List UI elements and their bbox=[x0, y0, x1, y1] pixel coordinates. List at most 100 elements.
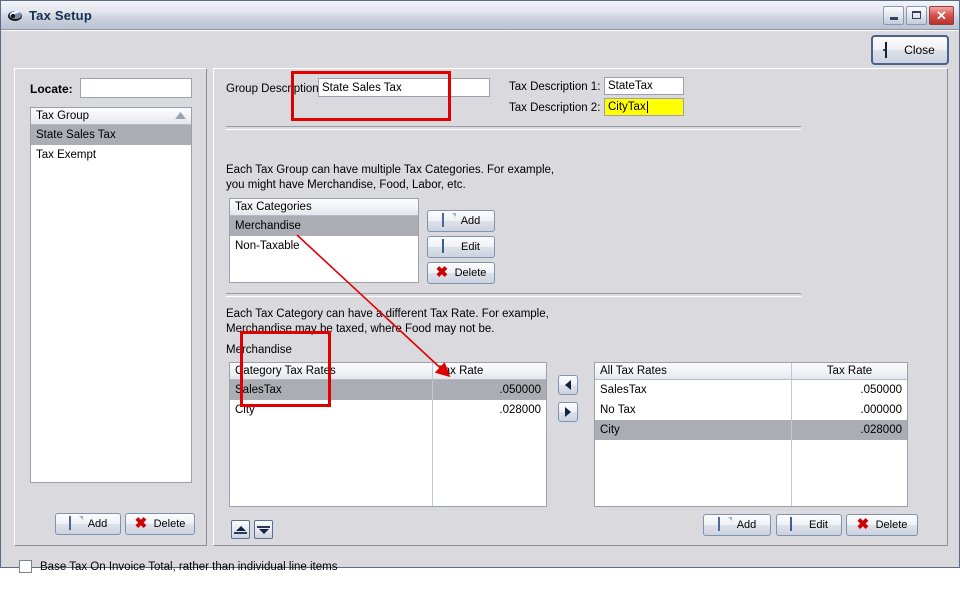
column-divider bbox=[791, 380, 792, 506]
rate-value: .028000 bbox=[860, 424, 902, 436]
tax-group-list-body: State Sales Tax Tax Exempt bbox=[31, 125, 191, 165]
move-left-button[interactable] bbox=[558, 375, 578, 395]
group-add-label: Add bbox=[87, 518, 108, 530]
close-button-label: Close bbox=[904, 43, 935, 57]
category-add-button[interactable]: Add bbox=[427, 210, 495, 232]
tax-group-name: State Sales Tax bbox=[36, 129, 116, 141]
all-rates-delete-button[interactable]: ✖ Delete bbox=[846, 514, 918, 536]
tax-description-1-input[interactable]: StateTax bbox=[604, 77, 684, 95]
tax-group-list[interactable]: Tax Group State Sales Tax Tax Exempt bbox=[30, 107, 192, 483]
tax-description-1-label: Tax Description 1: bbox=[509, 81, 601, 93]
all-tax-rates-rate-column: Tax Rate bbox=[791, 363, 907, 379]
tax-detail-panel: Group Description: State Sales Tax Tax D… bbox=[213, 68, 948, 546]
table-row[interactable]: No Tax .000000 bbox=[595, 400, 907, 420]
tax-description-2-input[interactable]: CityTax bbox=[604, 98, 684, 116]
base-tax-checkbox-row[interactable]: Base Tax On Invoice Total, rather than i… bbox=[19, 560, 337, 573]
tax-category-name: Non-Taxable bbox=[235, 240, 300, 252]
all-rates-add-button[interactable]: Add bbox=[703, 514, 771, 536]
rate-value: .028000 bbox=[499, 404, 541, 416]
list-item[interactable]: State Sales Tax bbox=[31, 125, 191, 145]
base-tax-checkbox-label: Base Tax On Invoice Total, rather than i… bbox=[40, 560, 338, 573]
tax-description-2-value: CityTax bbox=[608, 101, 646, 113]
all-tax-rates-name-column: All Tax Rates bbox=[600, 365, 667, 377]
text-caret bbox=[646, 101, 648, 113]
tax-group-column-header[interactable]: Tax Group bbox=[31, 108, 191, 124]
rate-name: SalesTax bbox=[600, 384, 647, 396]
tax-categories-column-header: Tax Categories bbox=[230, 199, 418, 215]
move-up-bar bbox=[234, 531, 247, 534]
document-add-icon bbox=[717, 517, 731, 532]
delete-x-icon: ✖ bbox=[134, 515, 148, 532]
tax-category-name: Merchandise bbox=[235, 220, 301, 232]
all-rates-edit-button[interactable]: Edit bbox=[776, 514, 842, 536]
maximize-button[interactable] bbox=[906, 5, 927, 25]
category-delete-button[interactable]: ✖ Delete bbox=[427, 262, 495, 284]
all-tax-rates-body: SalesTax .050000 No Tax .000000 City .02… bbox=[595, 380, 907, 506]
move-right-button[interactable] bbox=[558, 402, 578, 422]
tax-categories-list-header: Tax Categories bbox=[230, 199, 418, 216]
tax-group-column-label: Tax Group bbox=[36, 110, 90, 122]
close-button[interactable]: Close bbox=[871, 35, 949, 65]
document-add-icon bbox=[68, 516, 82, 531]
tax-categories-column-label: Tax Categories bbox=[235, 201, 312, 213]
rate-name: No Tax bbox=[600, 404, 636, 416]
locate-input[interactable] bbox=[80, 78, 192, 98]
document-edit-icon bbox=[790, 517, 803, 532]
arrow-down-icon bbox=[258, 528, 269, 534]
all-rates-edit-label: Edit bbox=[809, 519, 828, 531]
move-up-button[interactable] bbox=[231, 520, 250, 539]
category-edit-label: Edit bbox=[461, 241, 480, 253]
document-edit-icon bbox=[442, 239, 455, 254]
tax-categories-list-body: Merchandise Non-Taxable bbox=[230, 216, 418, 256]
app-icon bbox=[7, 7, 23, 23]
tax-categories-list[interactable]: Tax Categories Merchandise Non-Taxable bbox=[229, 198, 419, 283]
tax-group-name: Tax Exempt bbox=[36, 149, 97, 161]
maximize-icon bbox=[912, 11, 921, 19]
group-description-label: Group Description: bbox=[226, 83, 322, 95]
list-item[interactable]: Non-Taxable bbox=[230, 236, 418, 256]
group-add-button[interactable]: Add bbox=[55, 513, 121, 535]
section-divider-1 bbox=[226, 126, 801, 130]
section-divider-2 bbox=[226, 293, 801, 297]
group-delete-label: Delete bbox=[153, 518, 186, 530]
table-row[interactable]: SalesTax .050000 bbox=[230, 380, 546, 400]
rate-value: .050000 bbox=[860, 384, 902, 396]
categories-help-line-2: you might have Merchandise, Food, Labor,… bbox=[226, 179, 466, 191]
category-delete-label: Delete bbox=[454, 267, 487, 279]
category-tax-rates-table[interactable]: Category Tax Rates Tax Rate SalesTax .05… bbox=[229, 362, 547, 507]
category-tax-rates-header: Category Tax Rates Tax Rate bbox=[230, 363, 546, 380]
tax-group-list-header[interactable]: Tax Group bbox=[31, 108, 191, 125]
all-tax-rates-table[interactable]: All Tax Rates Tax Rate SalesTax .050000 … bbox=[594, 362, 908, 507]
selected-category-label: Merchandise bbox=[226, 344, 292, 356]
client-area: Close Locate: Tax Group State Sales Tax … bbox=[1, 30, 959, 573]
rate-name: City bbox=[235, 404, 255, 416]
category-tax-rates-rate-column: Tax Rate bbox=[432, 363, 546, 379]
base-tax-checkbox[interactable] bbox=[19, 560, 32, 573]
category-tax-rates-name-column: Category Tax Rates bbox=[235, 365, 336, 377]
list-item[interactable]: Tax Exempt bbox=[31, 145, 191, 165]
rate-value: .000000 bbox=[860, 404, 902, 416]
sort-ascending-icon bbox=[175, 110, 186, 122]
close-toolbar: Close bbox=[871, 35, 949, 65]
minimize-button[interactable] bbox=[883, 5, 904, 25]
categories-help-line-1: Each Tax Group can have multiple Tax Cat… bbox=[226, 164, 555, 176]
delete-x-icon: ✖ bbox=[856, 516, 870, 533]
window-title: Tax Setup bbox=[29, 7, 92, 23]
category-edit-button[interactable]: Edit bbox=[427, 236, 495, 258]
group-description-input[interactable]: State Sales Tax bbox=[318, 78, 490, 97]
move-down-button[interactable] bbox=[254, 520, 273, 539]
table-row[interactable]: City .028000 bbox=[595, 420, 907, 440]
move-down-bar bbox=[257, 525, 270, 528]
table-row[interactable]: SalesTax .050000 bbox=[595, 380, 907, 400]
all-rates-add-label: Add bbox=[736, 519, 757, 531]
arrow-up-icon bbox=[235, 525, 246, 531]
close-icon: ✕ bbox=[936, 7, 947, 23]
table-row[interactable]: City .028000 bbox=[230, 400, 546, 420]
close-window-button[interactable]: ✕ bbox=[929, 5, 954, 25]
list-item[interactable]: Merchandise bbox=[230, 216, 418, 236]
group-delete-button[interactable]: ✖ Delete bbox=[125, 513, 195, 535]
document-add-icon bbox=[441, 213, 455, 228]
tax-setup-window: Tax Setup ✕ Close Locate: Tax Group Stat… bbox=[0, 0, 960, 573]
tax-description-2-label: Tax Description 2: bbox=[509, 102, 601, 114]
door-exit-icon bbox=[885, 42, 898, 58]
